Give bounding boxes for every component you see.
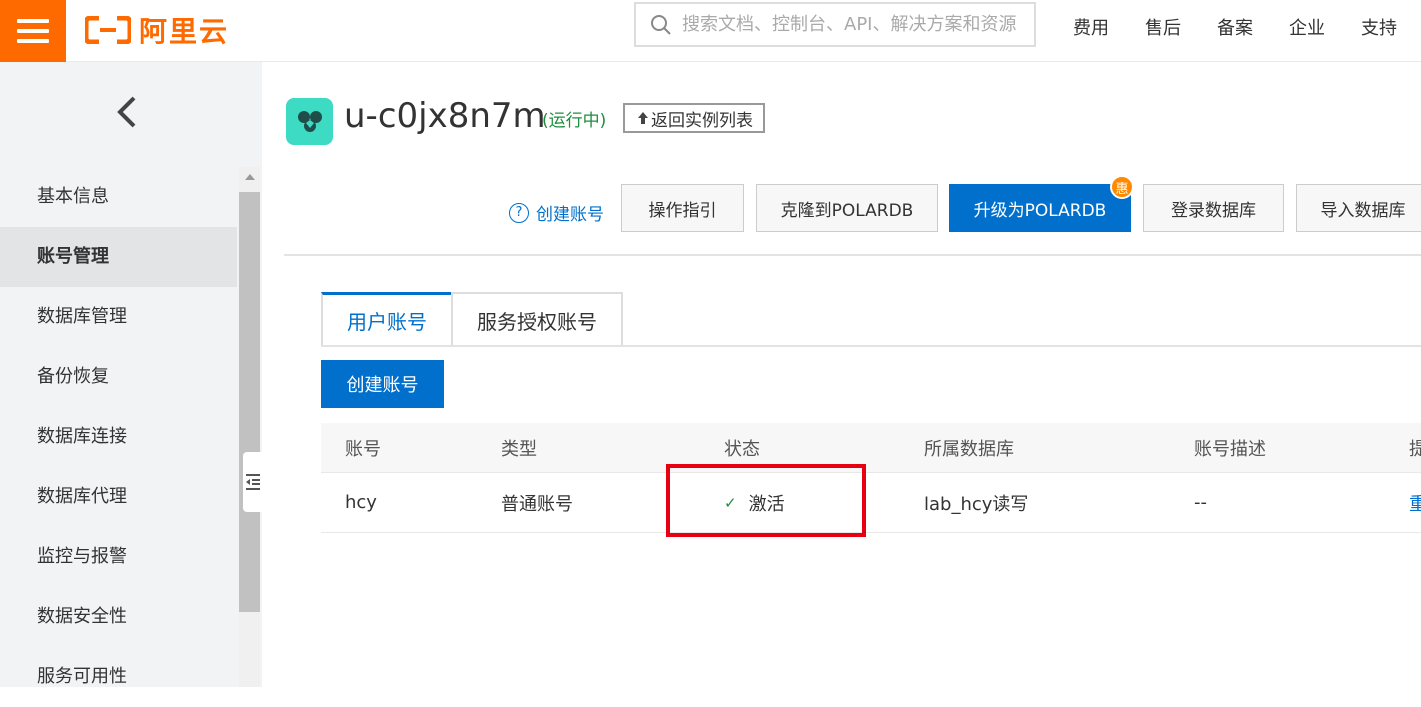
nav-enterprise[interactable]: 企业 bbox=[1289, 14, 1325, 40]
top-bar: 阿里云 费用 售后 备案 企业 支持 bbox=[0, 0, 1421, 62]
main-content: u-c0jx8n7m (运行中) 返回实例列表 ? 创建账号 操作指引 克隆到P… bbox=[262, 62, 1421, 687]
header-database: 所属数据库 bbox=[924, 438, 1014, 460]
tab-underline bbox=[321, 345, 1421, 347]
cell-status: ✓ 激活 bbox=[724, 473, 785, 532]
instance-db-icon bbox=[286, 98, 333, 145]
clone-to-polardb-button[interactable]: 克隆到POLARDB bbox=[756, 184, 938, 232]
collapse-sidebar-icon[interactable] bbox=[243, 452, 263, 512]
header-status: 状态 bbox=[724, 438, 760, 460]
nav-support[interactable]: 支持 bbox=[1361, 14, 1397, 40]
top-nav: 费用 售后 备案 企业 支持 bbox=[1055, 0, 1415, 54]
sidebar-item-database-connection[interactable]: 数据库连接 bbox=[0, 407, 237, 467]
upgrade-to-polardb-button[interactable]: 升级为POLARDB 惠 bbox=[949, 175, 1134, 232]
sidebar-item-database-management[interactable]: 数据库管理 bbox=[0, 287, 237, 347]
cell-account: hcy bbox=[345, 492, 377, 513]
question-circle-icon: ? bbox=[509, 202, 529, 223]
header-account: 账号 bbox=[345, 438, 381, 460]
tab-service-authorized-accounts[interactable]: 服务授权账号 bbox=[451, 292, 623, 346]
sidebar-item-service-availability[interactable]: 服务可用性 bbox=[0, 647, 237, 707]
scroll-up-arrow-icon[interactable] bbox=[239, 167, 260, 187]
sidebar-item-data-security[interactable]: 数据安全性 bbox=[0, 587, 237, 647]
back-chevron-icon[interactable] bbox=[108, 92, 148, 132]
sidebar-item-database-proxy[interactable]: 数据库代理 bbox=[0, 467, 237, 527]
check-icon: ✓ bbox=[724, 493, 737, 512]
search-icon bbox=[651, 14, 671, 35]
table-row: hcy 普通账号 ✓ 激活 lab_hcy读写 -- 重 bbox=[321, 473, 1421, 533]
tab-user-accounts[interactable]: 用户账号 bbox=[321, 292, 451, 346]
status-label: 激活 bbox=[748, 493, 785, 515]
cell-database: lab_hcy读写 bbox=[924, 493, 1029, 515]
import-database-button[interactable]: 导入数据库 bbox=[1296, 184, 1421, 232]
aliyun-logo-icon bbox=[85, 16, 131, 44]
nav-after-sales[interactable]: 售后 bbox=[1145, 14, 1181, 40]
section-divider bbox=[284, 254, 1421, 256]
sidebar-item-basic-info[interactable]: 基本信息 bbox=[0, 167, 237, 227]
search-box[interactable] bbox=[634, 2, 1036, 47]
upgrade-button-label: 升级为POLARDB bbox=[973, 200, 1107, 221]
sidebar: 基本信息 账号管理 数据库管理 备份恢复 数据库连接 数据库代理 监控与报警 数… bbox=[0, 62, 263, 687]
header-description: 账号描述 bbox=[1194, 438, 1266, 460]
create-account-help-link[interactable]: ? 创建账号 bbox=[509, 200, 604, 225]
sidebar-menu: 基本信息 账号管理 数据库管理 备份恢复 数据库连接 数据库代理 监控与报警 数… bbox=[0, 167, 237, 707]
header-type: 类型 bbox=[501, 438, 537, 460]
login-database-button[interactable]: 登录数据库 bbox=[1143, 184, 1284, 232]
instance-name: u-c0jx8n7m bbox=[344, 96, 546, 136]
account-tabs: 用户账号 服务授权账号 bbox=[321, 292, 623, 346]
nav-fees[interactable]: 费用 bbox=[1073, 14, 1109, 40]
header-actions: 提 bbox=[1409, 438, 1421, 460]
cell-type: 普通账号 bbox=[501, 493, 573, 515]
help-link-label: 创建账号 bbox=[536, 205, 604, 225]
aliyun-logo[interactable]: 阿里云 bbox=[85, 10, 229, 50]
upload-arrow-icon bbox=[638, 112, 648, 124]
sidebar-item-account-management[interactable]: 账号管理 bbox=[0, 227, 237, 287]
logo-text: 阿里云 bbox=[139, 15, 230, 48]
sidebar-item-monitoring-alarm[interactable]: 监控与报警 bbox=[0, 527, 237, 587]
menu-line bbox=[17, 39, 49, 43]
back-to-instance-list-button[interactable]: 返回实例列表 bbox=[623, 103, 765, 133]
table-header: 账号 类型 状态 所属数据库 账号描述 提 bbox=[321, 423, 1421, 473]
cell-action-link[interactable]: 重 bbox=[1409, 473, 1421, 532]
accounts-table: 账号 类型 状态 所属数据库 账号描述 提 hcy 普通账号 ✓ 激活 lab_… bbox=[321, 423, 1421, 533]
sidebar-scrollbar[interactable] bbox=[239, 167, 260, 687]
back-to-list-label: 返回实例列表 bbox=[651, 110, 753, 131]
menu-line bbox=[17, 19, 49, 23]
instance-status: (运行中) bbox=[542, 111, 607, 131]
discount-badge: 惠 bbox=[1110, 175, 1134, 199]
hamburger-menu-button[interactable] bbox=[0, 0, 66, 62]
create-account-button[interactable]: 创建账号 bbox=[321, 360, 444, 408]
nav-filing[interactable]: 备案 bbox=[1217, 14, 1253, 40]
search-input[interactable] bbox=[682, 14, 1022, 35]
menu-line bbox=[17, 29, 49, 33]
scrollbar-thumb[interactable] bbox=[239, 192, 260, 612]
operation-guide-button[interactable]: 操作指引 bbox=[621, 184, 744, 232]
cell-description: -- bbox=[1194, 492, 1207, 513]
sidebar-item-backup-restore[interactable]: 备份恢复 bbox=[0, 347, 237, 407]
